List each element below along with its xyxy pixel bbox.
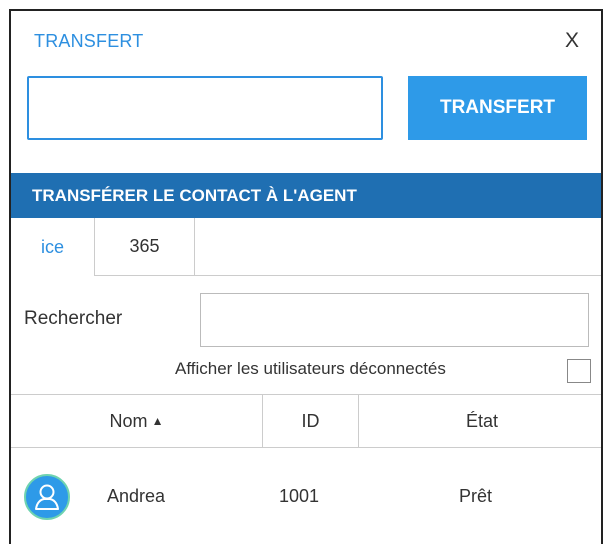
cell-state: Prêt [459, 486, 493, 506]
search-label: Rechercher [24, 308, 123, 329]
panel-header: TRANSFERT X [11, 11, 601, 71]
tab-bar: ice 365 [11, 218, 601, 276]
search-input[interactable] [200, 293, 589, 347]
section-title: TRANSFÉRER LE CONTACT À L'AGENT [32, 185, 357, 205]
cell-name: Andrea [107, 486, 166, 506]
column-header-etat[interactable]: État [359, 395, 601, 447]
column-label: Nom [109, 410, 148, 431]
transfer-number-input[interactable] [27, 76, 383, 140]
section-header: TRANSFÉRER LE CONTACT À L'AGENT [11, 173, 601, 218]
column-header-nom[interactable]: Nom ▲ [11, 395, 263, 447]
tab-label: 365 [129, 236, 160, 256]
column-label: ID [301, 410, 320, 431]
transfer-button[interactable]: TRANSFERT [408, 76, 587, 140]
tab-365[interactable]: 365 [95, 218, 195, 275]
show-disconnected-label: Afficher les utilisateurs déconnectés [175, 359, 446, 378]
user-avatar-icon [24, 474, 70, 520]
column-label: État [465, 410, 499, 431]
tab-ice[interactable]: ice [11, 218, 95, 276]
cell-id: 1001 [279, 486, 320, 506]
close-button[interactable]: X [565, 29, 579, 53]
show-disconnected-checkbox[interactable] [567, 359, 591, 383]
tab-label: ice [40, 236, 64, 257]
transfer-panel: TRANSFERT X TRANSFERT TRANSFÉRER LE CONT… [9, 9, 603, 544]
transfer-row: TRANSFERT [27, 75, 587, 151]
table-row[interactable]: Andrea 1001 Prêt [11, 448, 601, 544]
sort-ascending-icon: ▲ [151, 414, 164, 428]
table-header: Nom ▲ ID État [11, 394, 601, 448]
column-header-id[interactable]: ID [263, 395, 359, 447]
panel-title: TRANSFERT [34, 31, 144, 51]
